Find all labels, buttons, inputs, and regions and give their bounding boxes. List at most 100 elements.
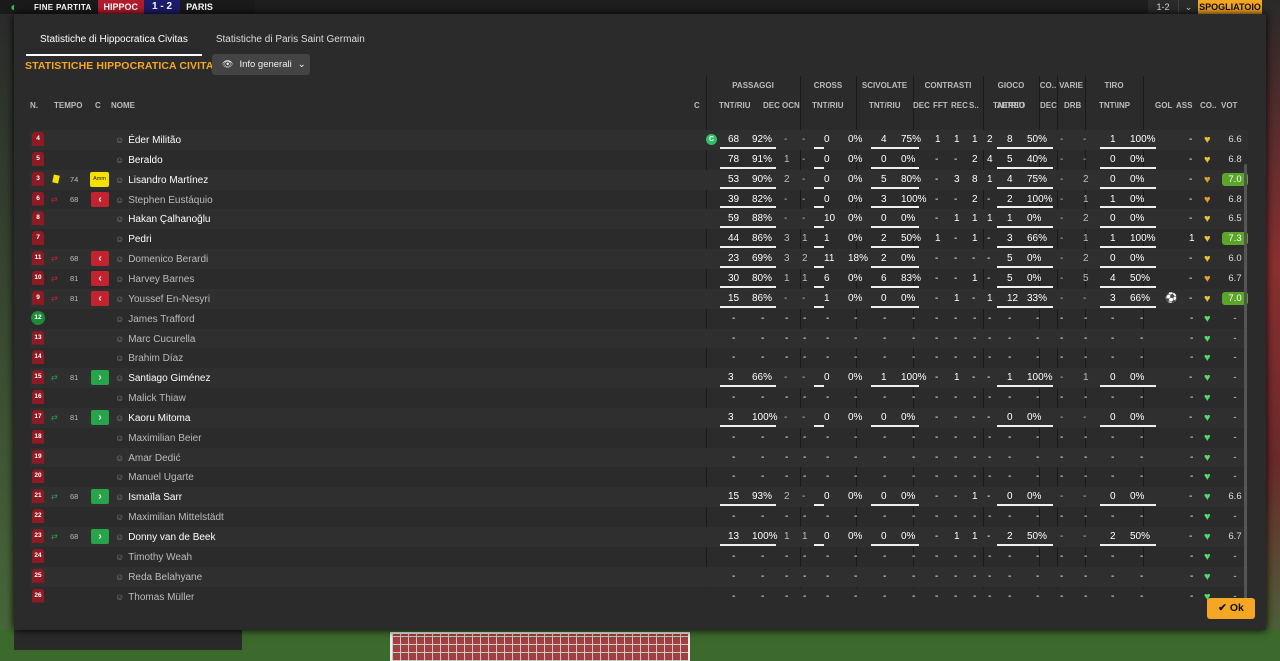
table-row[interactable]: 25 ☺ Reda Belahyane - - - - - - - - - - - - - - - - - - - ♥ - <box>30 566 1248 588</box>
co-dec: - <box>1060 372 1064 384</box>
header-tiro_tnt[interactable]: TNT\INP <box>1099 96 1130 116</box>
header-con_s[interactable]: S.. <box>969 96 979 116</box>
mini-score[interactable]: 1-2 <box>1148 0 1178 14</box>
player-name[interactable]: ☺ Malick Thiaw <box>115 388 186 409</box>
passes-ocn: - <box>803 431 807 443</box>
player-name[interactable]: ☺ Ismaïla Sarr <box>115 487 182 508</box>
passes-dec: - <box>785 392 789 404</box>
aerial-bar <box>997 206 1053 209</box>
header-c2[interactable]: C <box>694 96 700 116</box>
header-n[interactable]: N. <box>30 96 38 116</box>
scrollbar[interactable] <box>1244 164 1247 604</box>
table-row[interactable]: 9 ⇄ ‹ 81 ☺ Youssef En-Nesyri 15 86% - -1 0% 0 0% -1-1… <box>30 288 1248 310</box>
substituted-off-icon: ‹ <box>91 270 109 286</box>
player-name[interactable]: ☺ Brahim Díaz <box>115 348 183 369</box>
header-sciv_tnt[interactable]: TNT/RIU <box>869 96 901 116</box>
table-row[interactable]: 10 ⇄ ‹ 81 ☺ Harvey Barnes 30 80% 1 1 6 0% 6 83% - -1-5 0… <box>30 269 1248 289</box>
table-row[interactable]: 5 ☺ Beraldo 78 91% 1-0 0% 0 0% - -2 4 5 40% - -0 0% - ♥ 6.8 <box>30 150 1248 170</box>
player-name-label: Donny van de Beek <box>128 532 216 543</box>
tab-home-stats[interactable]: Statistiche di Hippocratica Civitas <box>26 31 202 56</box>
header-con_fft[interactable]: FFT <box>933 96 948 116</box>
table-row[interactable]: 3 Amm 74 ☺ Lisandro Martínez 53 90% 2-0 0% 5 80% -3… <box>30 169 1248 191</box>
player-name[interactable]: ☺ Timothy Weah <box>115 547 192 568</box>
view-dropdown[interactable]: 👁 Info generali ⌄ <box>212 54 310 75</box>
player-name[interactable]: ☺ Thomas Müller <box>115 587 194 608</box>
tab-away-stats[interactable]: Statistiche di Paris Saint Germain <box>202 31 379 56</box>
header-pass_tnt[interactable]: TNT/RIU <box>719 96 751 116</box>
player-name[interactable]: ☺ Harvey Barnes <box>115 269 194 290</box>
player-name[interactable]: ☺ Santiago Giménez <box>115 368 210 389</box>
table-row[interactable]: 4 ☺ Éder Militão C 68 92% - -0 0% 4 75% 1 1 1 2 8 50% - -1… <box>30 130 1248 150</box>
tackles-attempted: - <box>883 471 887 483</box>
player-name[interactable]: ☺ Stephen Eustáquio <box>115 190 213 211</box>
table-row[interactable]: 13 ☺ Marc Cucurella - - - - - - - - - - - - - - - - - - - ♥ - <box>30 328 1248 350</box>
player-name[interactable]: ☺ Hakan Çalhanoğlu <box>115 209 210 230</box>
assists: - <box>1190 332 1194 344</box>
table-row[interactable]: 14 ☺ Brahim Díaz - - - - - - - - - - - - - - - - - - - ♥ - <box>30 348 1248 368</box>
header-con_dec[interactable]: DEC <box>913 96 930 116</box>
header-pass_ocn[interactable]: OCN <box>782 96 800 116</box>
con-rec: 1 <box>972 272 978 284</box>
header-aereo_tnt[interactable]: TNT/RIU <box>993 96 1025 116</box>
chevron-down-icon[interactable]: ⌄ <box>1178 0 1198 14</box>
con-rec: 2 <box>972 153 978 165</box>
player-name[interactable]: ☺ Youssef En-Nesyri <box>115 289 210 310</box>
header-con_rec[interactable]: REC <box>951 96 968 116</box>
header-varie_drb[interactable]: DRB <box>1064 96 1081 116</box>
header-pass_dec[interactable]: DEC <box>763 96 780 116</box>
table-row[interactable]: 6 ⇄ ‹ 68 ☺ Stephen Eustáquio 39 82% - -0 0% 3 100% - -… <box>30 190 1248 210</box>
cross-attempted: - <box>826 332 830 344</box>
player-name[interactable]: ☺ Amar Dedić <box>115 448 180 469</box>
player-name[interactable]: ☺ Reda Belahyane <box>115 567 202 588</box>
header-co_dec[interactable]: DEC <box>1040 96 1057 116</box>
shots-bar <box>1100 543 1156 546</box>
assists: - <box>1189 173 1193 185</box>
con-fft: - <box>954 590 958 602</box>
header-gol[interactable]: GOL <box>1155 96 1172 116</box>
table-row[interactable]: 18 ☺ Maximilian Beier - - - - - - - - - - - - - - - - - - - ♥ - <box>30 428 1248 448</box>
player-icon: ☺ <box>115 532 125 542</box>
dressing-room-button[interactable]: SPOGLIATOIO <box>1198 0 1262 14</box>
player-name[interactable]: ☺ Maximilian Mittelstädt <box>115 507 224 528</box>
header-cross_tnt[interactable]: TNT/RIU <box>812 96 844 116</box>
table-row[interactable]: 16 ☺ Malick Thiaw - - - - - - - - - - - - - - - - - - - ♥ - <box>30 388 1248 408</box>
table-row[interactable]: 8 ☺ Hakan Çalhanoğlu 59 88% - -10 0% 0 0% -1 1 1 1 0% -… <box>30 209 1248 230</box>
shirt-number: 12 <box>31 310 45 325</box>
player-name[interactable]: ☺ James Trafford <box>115 309 195 330</box>
shots-pct: - <box>1140 471 1144 483</box>
header-nome[interactable]: NOME <box>111 96 135 116</box>
table-row[interactable]: 7 ☺ Pedri 44 86% 3 1 1 0% 2 50% 1-1-3 66% -1 1 100% 1 ♥ 7.… <box>30 229 1248 249</box>
table-row[interactable]: 21 ⇄ › 68 ☺ Ismaïla Sarr 15 93% 2-0 0% 0 0% - -1-0 0% -… <box>30 487 1248 508</box>
table-row[interactable]: 19 ☺ Amar Dedić - - - - - - - - - - - - - - - - - - - ♥ - <box>30 447 1248 469</box>
header-cond[interactable]: CO.. <box>1200 96 1216 116</box>
header-ass[interactable]: ASS <box>1176 96 1192 116</box>
player-name[interactable]: ☺ Marc Cucurella <box>115 329 195 350</box>
header-tempo[interactable]: TEMPO <box>54 96 82 116</box>
player-name[interactable]: ☺ Maximilian Beier <box>115 428 202 449</box>
table-row[interactable]: 17 ⇄ › 81 ☺ Kaoru Mitoma 3 100% - -0 0% 0 0% - - - -0 0% -… <box>30 407 1248 429</box>
player-name[interactable]: ☺ Éder Militão <box>115 130 181 151</box>
player-name[interactable]: ☺ Domenico Berardi <box>115 249 208 270</box>
table-row[interactable]: 22 ☺ Maximilian Mittelstädt - - - - - - - - - - - - - - -… <box>30 507 1248 527</box>
table-row[interactable]: 12 ☺ James Trafford - - - - - - - - - - - - - - - - - - - ♥ - <box>30 309 1248 329</box>
player-name[interactable]: ☺ Manuel Ugarte <box>115 467 194 488</box>
table-row[interactable]: 23 ⇄ › 68 ☺ Donny van de Beek 13 100% 1 1 0 0% 0 0% -1… <box>30 527 1248 547</box>
passes-ocn: 1 <box>802 272 808 284</box>
cross-bar <box>814 206 824 209</box>
con-s: - <box>988 332 992 344</box>
player-name[interactable]: ☺ Kaoru Mitoma <box>115 408 190 429</box>
player-name[interactable]: ☺ Lisandro Martínez <box>115 170 208 191</box>
table-row[interactable]: 26 ☺ Thomas Müller - - - - - - - - - - - - - - - - - - - ♥ - <box>30 587 1248 607</box>
header-vot[interactable]: VOT <box>1221 96 1237 116</box>
player-name[interactable]: ☺ Beraldo <box>115 150 163 171</box>
header-c[interactable]: C <box>95 96 101 116</box>
table-row[interactable]: 11 ⇄ ‹ 68 ☺ Domenico Berardi 23 69% 3 2 11 18% 2 0% - -… <box>30 249 1248 269</box>
player-name[interactable]: ☺ Donny van de Beek <box>115 527 215 548</box>
player-name[interactable]: ☺ Pedri <box>115 229 152 250</box>
player-name-label: Éder Militão <box>128 135 182 146</box>
ok-button[interactable]: ✔ Ok <box>1207 598 1255 619</box>
table-row[interactable]: 15 ⇄ › 81 ☺ Santiago Giménez 3 66% - -0 0% 1 100% -1-… <box>30 368 1248 389</box>
table-row[interactable]: 20 ☺ Manuel Ugarte - - - - - - - - - - - - - - - - - - - ♥ - <box>30 467 1248 487</box>
table-row[interactable]: 24 ☺ Timothy Weah - - - - - - - - - - - - - - - - - - - ♥ - <box>30 547 1248 567</box>
con-s: - <box>987 253 991 265</box>
